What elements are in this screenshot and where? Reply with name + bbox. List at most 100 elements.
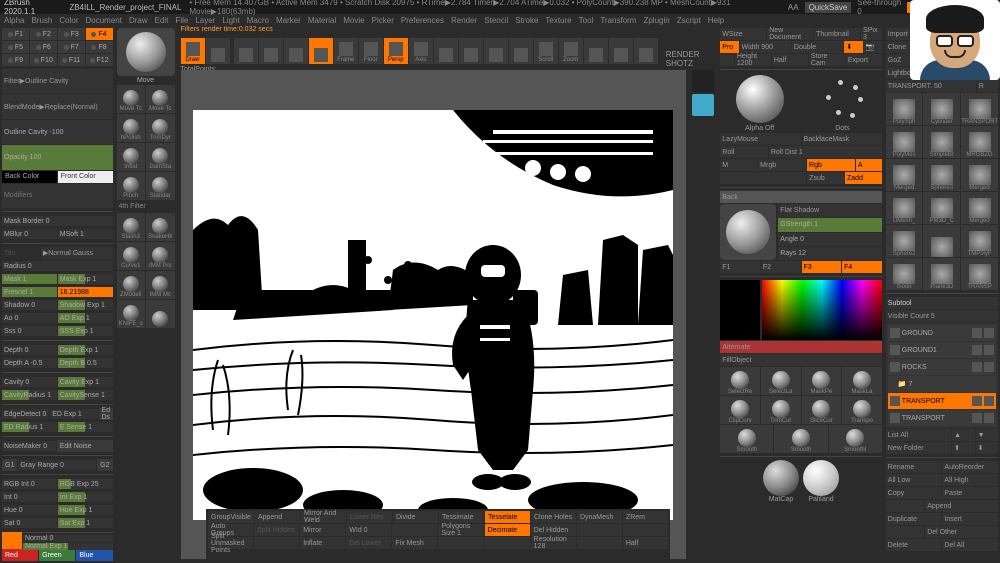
paste-button[interactable]: Paste bbox=[942, 487, 998, 499]
toolbtn-5[interactable]: Floor bbox=[359, 38, 383, 64]
brush-immmc[interactable]: IMM Mc bbox=[146, 271, 175, 299]
material-preview[interactable] bbox=[720, 204, 776, 260]
ao-slider[interactable]: Ao 0 bbox=[2, 313, 57, 323]
bottom-half[interactable]: Half bbox=[623, 537, 668, 549]
subtool-ground1[interactable]: GROUND1 bbox=[888, 342, 996, 358]
outline-slider[interactable]: Outline Cavity -100 bbox=[2, 120, 113, 144]
fkey-f3[interactable]: F3 bbox=[58, 28, 85, 40]
menu-zplugin[interactable]: Zplugin bbox=[643, 16, 669, 25]
cyan-swatch[interactable] bbox=[692, 94, 714, 116]
f1-button[interactable]: F1 bbox=[720, 261, 760, 273]
double-button[interactable]: Double bbox=[792, 41, 843, 53]
mat-clipcurv[interactable]: ClipCurv bbox=[720, 396, 760, 424]
down2-icon[interactable]: ⬇ bbox=[976, 442, 998, 454]
duplicate-button[interactable]: Duplicate bbox=[886, 513, 942, 525]
allhigh-button[interactable]: All High bbox=[942, 474, 998, 486]
bottom-divide[interactable]: Divide bbox=[393, 511, 438, 523]
menu-stencil[interactable]: Stencil bbox=[484, 16, 508, 25]
fkey-f12[interactable]: F12 bbox=[86, 54, 113, 66]
tool-merged[interactable]: Merged bbox=[886, 159, 923, 191]
fkey-f4[interactable]: F4 bbox=[86, 28, 113, 40]
fkey-f2[interactable]: F2 bbox=[30, 28, 57, 40]
noisemaker-slider[interactable]: NoiseMaker 0 bbox=[2, 441, 56, 451]
toolbtn-3[interactable] bbox=[309, 38, 333, 64]
spix-slider[interactable]: SPix 3 bbox=[861, 28, 882, 40]
tool-polymes[interactable]: PolyMes bbox=[886, 126, 923, 158]
thumbnail-button[interactable]: Thumbnail bbox=[814, 28, 860, 40]
toolbtn-8[interactable] bbox=[434, 38, 458, 64]
hue-slider[interactable]: Hue 0 bbox=[2, 505, 57, 515]
menu-render[interactable]: Render bbox=[451, 16, 477, 25]
toolbtn-11[interactable] bbox=[509, 38, 533, 64]
esense-slider[interactable]: E Sense 1 bbox=[58, 422, 113, 432]
tool-polysph[interactable]: PolySph bbox=[886, 93, 923, 125]
subtool-transport[interactable]: TRANSPORT bbox=[888, 393, 996, 409]
menu-transform[interactable]: Transform bbox=[600, 16, 636, 25]
bottom-mirror-and-weld[interactable]: Mirror And Weld bbox=[301, 511, 346, 523]
toolbtn-6[interactable]: Persp bbox=[384, 38, 408, 64]
cavity-slider[interactable]: Cavity 0 bbox=[2, 377, 57, 387]
alternate-button[interactable]: Alternate bbox=[720, 341, 882, 353]
tool-umesh_[interactable]: UMesh_ bbox=[886, 192, 923, 224]
mat-selectre[interactable]: SelectRe bbox=[720, 367, 760, 395]
aoexp-slider[interactable]: AO Exp 1 bbox=[58, 313, 113, 323]
int-slider[interactable]: Int 0 bbox=[2, 492, 57, 502]
f4-button[interactable]: F4 bbox=[842, 261, 882, 273]
rename-button[interactable]: Rename bbox=[886, 461, 942, 473]
filter-label[interactable]: Filter▶Outline Cavity bbox=[2, 69, 113, 93]
edds-button[interactable]: Ed Ds bbox=[99, 408, 113, 420]
fkey-f9[interactable]: F9 bbox=[2, 54, 29, 66]
fresnel-slider[interactable]: Fresnel 1 bbox=[2, 287, 57, 297]
newfolder-button[interactable]: New Folder bbox=[886, 442, 951, 454]
brush-main[interactable] bbox=[117, 28, 175, 76]
m-button[interactable]: M bbox=[720, 159, 757, 171]
bottom-split-hidden[interactable]: Split Hidden bbox=[254, 524, 299, 536]
normalexp-slider[interactable]: Normal Exp 1 bbox=[23, 543, 113, 550]
bottom-inflate[interactable]: Inflate bbox=[300, 537, 345, 549]
tool-[interactable] bbox=[923, 225, 960, 257]
bottom-mirror[interactable]: Mirror bbox=[300, 524, 345, 536]
bottom-groupvisible[interactable]: GroupVisible bbox=[208, 511, 254, 523]
normalg-label[interactable]: ▶Normal Gauss bbox=[41, 247, 113, 259]
color-swatch-black[interactable] bbox=[720, 280, 760, 340]
angle-slider[interactable]: Angle 0 bbox=[778, 233, 882, 246]
toolbtn-1[interactable] bbox=[259, 38, 283, 64]
menu-brush[interactable]: Brush bbox=[31, 16, 52, 25]
edexp-slider[interactable]: ED Exp 1 bbox=[50, 409, 97, 419]
export-button[interactable]: Export bbox=[846, 54, 882, 66]
brush-immprs[interactable]: IMM Prs bbox=[146, 242, 175, 270]
mat-maskla[interactable]: MaskLa bbox=[842, 367, 882, 395]
zsub-button[interactable]: Zsub bbox=[807, 172, 844, 184]
fkey-f10[interactable]: F10 bbox=[30, 54, 57, 66]
toolbtn-4[interactable]: Frame bbox=[334, 38, 358, 64]
back-button[interactable]: Back bbox=[720, 191, 882, 203]
pen-icon[interactable] bbox=[692, 70, 714, 92]
subtool-rocks[interactable]: ROCKS bbox=[888, 359, 996, 375]
editnoise-button[interactable]: Edit Noise bbox=[57, 440, 113, 452]
delete-button[interactable]: Delete bbox=[886, 539, 942, 551]
mat-smoothi[interactable]: SmoothI bbox=[829, 425, 882, 453]
hueexp-slider[interactable]: Hue Exp 1 bbox=[58, 505, 113, 515]
toolbtn-9[interactable] bbox=[459, 38, 483, 64]
rgbexp-slider[interactable]: RGB Exp 25 bbox=[58, 479, 113, 489]
color-picker[interactable] bbox=[762, 280, 882, 340]
up2-icon[interactable]: ⬆ bbox=[952, 442, 974, 454]
brush-damsta[interactable]: DamSta bbox=[146, 143, 175, 171]
toolbtn-2[interactable] bbox=[284, 38, 308, 64]
lazymouse-button[interactable]: LazyMouse bbox=[720, 133, 800, 145]
tool-transport[interactable]: TRANSPORT bbox=[961, 93, 998, 125]
toolbtn-0[interactable] bbox=[234, 38, 258, 64]
subtool-transport[interactable]: TRANSPORT bbox=[888, 410, 996, 426]
g1-button[interactable]: G1 bbox=[2, 459, 17, 471]
brush-trimdyr[interactable]: TrimDyr bbox=[146, 114, 175, 142]
transport-label[interactable]: TRANSPORT. 50 bbox=[886, 80, 976, 92]
export-icon[interactable]: ⬇ bbox=[844, 41, 862, 53]
grayrange-slider[interactable]: Gray Range 0 bbox=[18, 460, 96, 470]
matcap-sphere[interactable] bbox=[763, 460, 799, 496]
brush-movetc[interactable]: Move Tc bbox=[117, 85, 146, 113]
g2-button[interactable]: G2 bbox=[97, 459, 112, 471]
shadowexp-slider[interactable]: Shadow Exp 1 bbox=[58, 300, 113, 310]
menu-draw[interactable]: Draw bbox=[129, 16, 148, 25]
viscount-slider[interactable]: Visible Count 5 bbox=[886, 310, 998, 322]
seethrough-slider[interactable]: See-through 0 bbox=[857, 0, 901, 16]
